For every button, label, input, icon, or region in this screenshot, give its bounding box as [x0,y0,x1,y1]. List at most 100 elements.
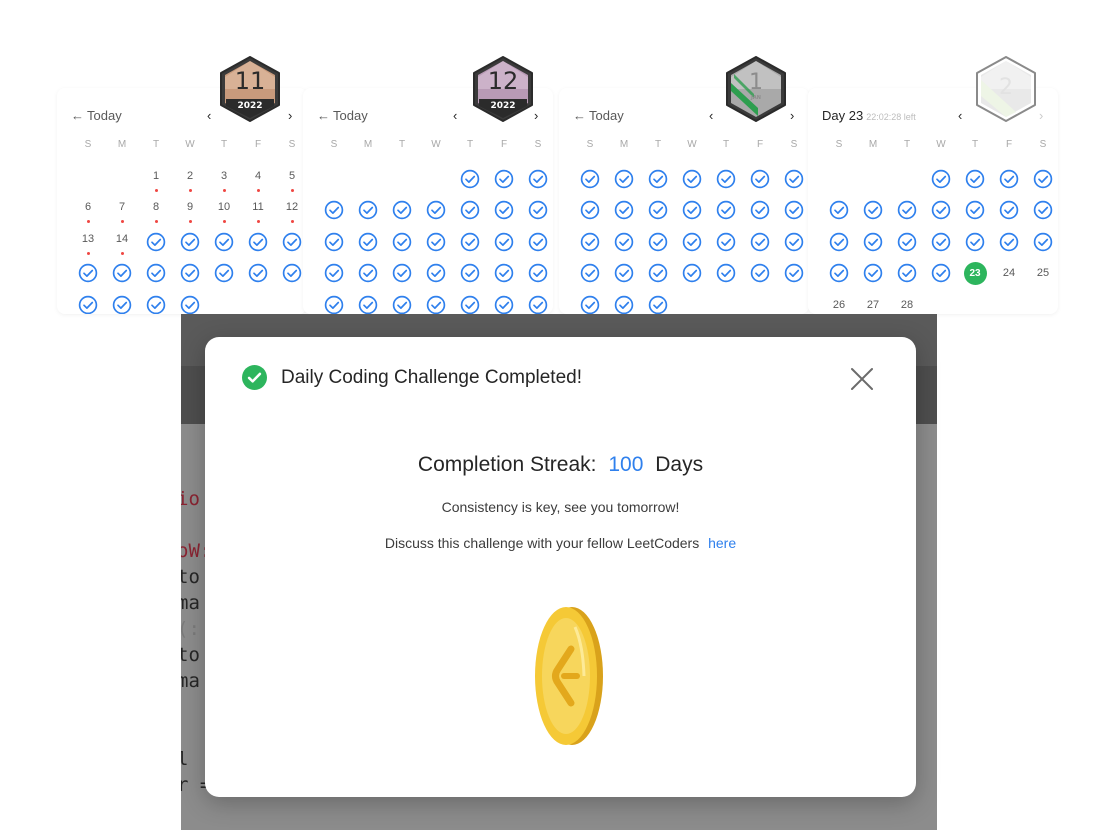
completed-day-check-icon[interactable] [573,163,607,195]
completed-day-check-icon[interactable] [487,163,521,195]
missed-day[interactable]: 4 [241,163,275,195]
completed-day-check-icon[interactable] [992,226,1026,258]
completed-day-check-icon[interactable] [207,226,241,258]
completed-day-check-icon[interactable] [675,195,709,227]
completed-day-check-icon[interactable] [105,258,139,290]
next-month-icon[interactable]: › [288,108,292,123]
completed-day-check-icon[interactable] [453,195,487,227]
today-day[interactable]: 23 [958,258,992,290]
completed-day-check-icon[interactable] [958,195,992,227]
completed-day-check-icon[interactable] [675,258,709,290]
prev-month-icon[interactable]: ‹ [958,108,962,123]
completed-day-check-icon[interactable] [856,258,890,290]
completed-day-check-icon[interactable] [992,195,1026,227]
completed-day-check-icon[interactable] [1026,226,1058,258]
completed-day-check-icon[interactable] [487,258,521,290]
completed-day-check-icon[interactable] [641,195,675,227]
completed-day-check-icon[interactable] [607,258,641,290]
completed-day-check-icon[interactable] [1026,195,1058,227]
completed-day-check-icon[interactable] [385,195,419,227]
completed-day-check-icon[interactable] [419,226,453,258]
completed-day-check-icon[interactable] [607,163,641,195]
completed-day-check-icon[interactable] [822,226,856,258]
completed-day-check-icon[interactable] [487,226,521,258]
completed-day-check-icon[interactable] [890,226,924,258]
completed-day-check-icon[interactable] [675,226,709,258]
completed-day-check-icon[interactable] [241,226,275,258]
completed-day-check-icon[interactable] [607,226,641,258]
completed-day-check-icon[interactable] [992,163,1026,195]
missed-day[interactable]: 14 [105,226,139,258]
completed-day-check-icon[interactable] [856,226,890,258]
completed-day-check-icon[interactable] [139,258,173,290]
missed-day[interactable]: 6 [71,195,105,227]
completed-day-check-icon[interactable] [453,289,487,314]
completed-day-check-icon[interactable] [419,258,453,290]
completed-day-check-icon[interactable] [105,289,139,314]
completed-day-check-icon[interactable] [521,226,553,258]
completed-day-check-icon[interactable] [173,226,207,258]
completed-day-check-icon[interactable] [641,289,675,314]
completed-day-check-icon[interactable] [777,195,809,227]
completed-day-check-icon[interactable] [743,226,777,258]
close-icon[interactable] [848,365,876,393]
prev-month-icon[interactable]: ‹ [709,108,713,123]
completed-day-check-icon[interactable] [573,289,607,314]
completed-day-check-icon[interactable] [822,195,856,227]
completed-day-check-icon[interactable] [351,195,385,227]
completed-day-check-icon[interactable] [317,195,351,227]
badge-jan[interactable]: 1 JAN [726,56,786,122]
completed-day-check-icon[interactable] [351,226,385,258]
completed-day-check-icon[interactable] [709,258,743,290]
completed-day-check-icon[interactable] [709,163,743,195]
completed-day-check-icon[interactable] [385,258,419,290]
missed-day[interactable]: 1 [139,163,173,195]
completed-day-check-icon[interactable] [573,226,607,258]
completed-day-check-icon[interactable] [385,226,419,258]
completed-day-check-icon[interactable] [351,258,385,290]
missed-day[interactable]: 13 [71,226,105,258]
completed-day-check-icon[interactable] [777,258,809,290]
completed-day-check-icon[interactable] [71,258,105,290]
completed-day-check-icon[interactable] [419,289,453,314]
completed-day-check-icon[interactable] [317,289,351,314]
discuss-link[interactable]: here [708,535,736,551]
badge-feb[interactable]: 2 [976,56,1036,122]
completed-day-check-icon[interactable] [521,195,553,227]
completed-day-check-icon[interactable] [317,226,351,258]
completed-day-check-icon[interactable] [1026,163,1058,195]
completed-day-check-icon[interactable] [453,258,487,290]
completed-day-check-icon[interactable] [709,226,743,258]
completed-day-check-icon[interactable] [139,226,173,258]
completed-day-check-icon[interactable] [641,163,675,195]
calendar-header[interactable]: ← Today [317,108,368,123]
completed-day-check-icon[interactable] [521,289,553,314]
completed-day-check-icon[interactable] [173,289,207,314]
next-month-icon[interactable]: › [534,108,538,123]
completed-day-check-icon[interactable] [958,226,992,258]
completed-day-check-icon[interactable] [487,195,521,227]
missed-day[interactable]: 9 [173,195,207,227]
missed-day[interactable]: 11 [241,195,275,227]
completed-day-check-icon[interactable] [777,226,809,258]
prev-month-icon[interactable]: ‹ [207,108,211,123]
completed-day-check-icon[interactable] [890,195,924,227]
completed-day-check-icon[interactable] [173,258,207,290]
completed-day-check-icon[interactable] [822,258,856,290]
completed-day-check-icon[interactable] [641,226,675,258]
completed-day-check-icon[interactable] [419,195,453,227]
completed-day-check-icon[interactable] [521,258,553,290]
completed-day-check-icon[interactable] [453,226,487,258]
completed-day-check-icon[interactable] [71,289,105,314]
completed-day-check-icon[interactable] [743,258,777,290]
completed-day-check-icon[interactable] [573,258,607,290]
completed-day-check-icon[interactable] [856,195,890,227]
missed-day[interactable]: 8 [139,195,173,227]
completed-day-check-icon[interactable] [607,195,641,227]
completed-day-check-icon[interactable] [958,163,992,195]
next-month-icon[interactable]: › [790,108,794,123]
completed-day-check-icon[interactable] [487,289,521,314]
completed-day-check-icon[interactable] [351,289,385,314]
completed-day-check-icon[interactable] [641,258,675,290]
calendar-header[interactable]: ← Today [71,108,122,123]
